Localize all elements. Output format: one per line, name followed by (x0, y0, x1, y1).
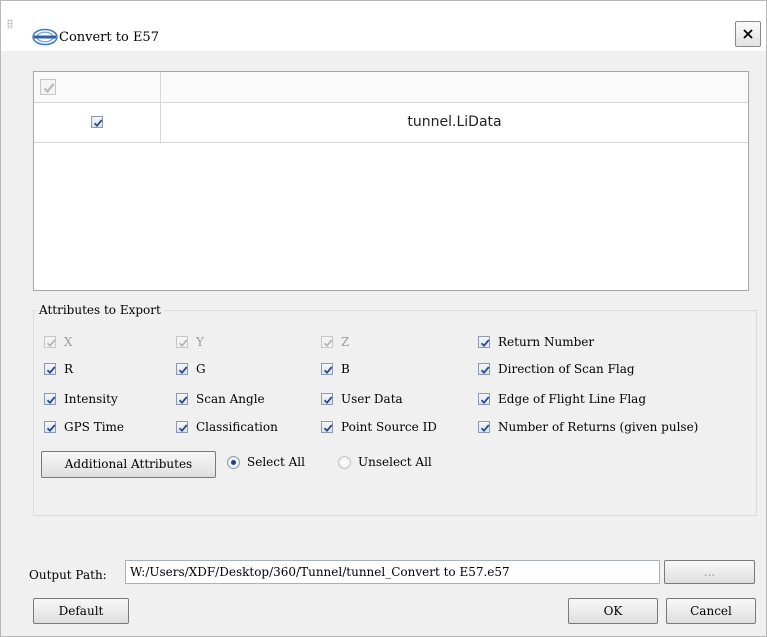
unselect-all-label[interactable]: Unselect All (358, 455, 432, 469)
file-table[interactable]: tunnel.LiData (33, 71, 749, 291)
ok-button[interactable]: OK (568, 598, 658, 624)
attr-point-source-id-checkbox[interactable] (321, 421, 333, 433)
attr-z-label: Z (341, 335, 350, 349)
attr-return-number-label: Return Number (498, 335, 595, 349)
checkmark-icon (93, 119, 103, 128)
attr-classification-checkbox[interactable] (176, 421, 188, 433)
header-select-checkbox[interactable] (40, 79, 56, 95)
attr-scan-angle-label: Scan Angle (196, 392, 265, 406)
dialog-title: Convert to E57 (59, 30, 159, 45)
close-icon (743, 29, 753, 39)
attr-number-of-returns-checkbox[interactable] (478, 421, 490, 433)
attr-r-label: R (64, 362, 74, 376)
checkmark-icon (46, 396, 56, 405)
unselect-all-radio[interactable] (338, 456, 351, 469)
checkmark-icon (178, 396, 188, 405)
attr-g-label: G (196, 362, 206, 376)
attributes-group-title: Attributes to Export (37, 303, 163, 317)
attr-classification-label: Classification (196, 420, 278, 434)
header-check-column (34, 72, 161, 102)
checkmark-icon (178, 339, 188, 348)
attr-z-checkbox[interactable] (321, 336, 333, 348)
select-all-radio[interactable] (227, 456, 240, 469)
attr-r-checkbox[interactable] (44, 363, 56, 375)
attr-user-data-checkbox[interactable] (321, 393, 333, 405)
checkmark-icon (323, 339, 333, 348)
attr-y-label: Y (196, 335, 204, 349)
default-button[interactable]: Default (33, 598, 129, 624)
row-checkbox[interactable] (91, 116, 103, 128)
attr-return-number-checkbox[interactable] (478, 336, 490, 348)
convert-to-e57-dialog: Convert to E57 tunnel.LiData Attributes … (0, 0, 767, 637)
checkmark-icon (46, 339, 56, 348)
attr-y-checkbox[interactable] (176, 336, 188, 348)
checkmark-icon (480, 396, 490, 405)
select-all-label[interactable]: Select All (247, 455, 305, 469)
attr-edge-of-flight-line-flag-checkbox[interactable] (478, 393, 490, 405)
attr-direction-of-scan-flag-checkbox[interactable] (478, 363, 490, 375)
attr-edge-of-flight-line-flag-label: Edge of Flight Line Flag (498, 392, 647, 406)
checkmark-icon (46, 424, 56, 433)
cancel-button[interactable]: Cancel (666, 598, 756, 624)
close-button[interactable] (735, 21, 761, 47)
attr-intensity-checkbox[interactable] (44, 393, 56, 405)
checkmark-icon (323, 366, 333, 375)
checkmark-icon (480, 424, 490, 433)
drag-grip-icon (7, 19, 13, 29)
browse-button[interactable]: ... (664, 560, 755, 584)
radio-selected-dot-icon (231, 460, 236, 465)
attr-point-source-id-label: Point Source ID (341, 420, 437, 434)
attr-scan-angle-checkbox[interactable] (176, 393, 188, 405)
attr-b-checkbox[interactable] (321, 363, 333, 375)
attr-intensity-label: Intensity (64, 392, 118, 406)
checkmark-icon (43, 83, 55, 93)
checkmark-icon (46, 366, 56, 375)
attributes-group-box (33, 310, 757, 516)
checkmark-icon (480, 366, 490, 375)
table-header (34, 72, 748, 103)
checkmark-icon (323, 424, 333, 433)
lidar360-logo-icon (31, 28, 59, 46)
output-path-input[interactable]: W:/Users/XDF/Desktop/360/Tunnel/tunnel_C… (125, 560, 660, 584)
row-check-column (34, 103, 161, 142)
attr-number-of-returns-label: Number of Returns (given pulse) (498, 420, 699, 434)
checkmark-icon (178, 366, 188, 375)
checkmark-icon (323, 396, 333, 405)
output-path-label: Output Path: (29, 568, 107, 582)
attr-x-checkbox[interactable] (44, 336, 56, 348)
attr-user-data-label: User Data (341, 392, 403, 406)
attr-gps-time-checkbox[interactable] (44, 421, 56, 433)
checkmark-icon (480, 339, 490, 348)
attr-b-label: B (341, 362, 350, 376)
table-row[interactable]: tunnel.LiData (34, 103, 748, 143)
title-bar[interactable]: Convert to E57 (1, 1, 766, 51)
attr-x-label: X (64, 335, 73, 349)
file-name-cell: tunnel.LiData (407, 114, 502, 130)
attr-direction-of-scan-flag-label: Direction of Scan Flag (498, 362, 635, 376)
attr-gps-time-label: GPS Time (64, 420, 125, 434)
checkmark-icon (178, 424, 188, 433)
attr-g-checkbox[interactable] (176, 363, 188, 375)
additional-attributes-button[interactable]: Additional Attributes (41, 451, 216, 478)
